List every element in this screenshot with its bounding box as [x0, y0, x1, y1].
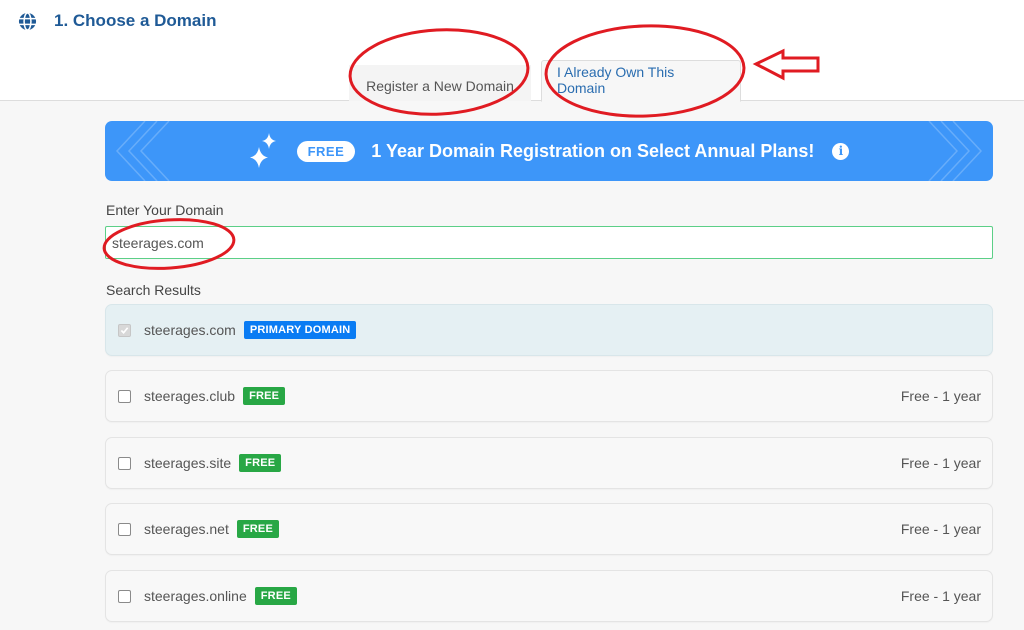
result-checkbox[interactable]	[118, 589, 131, 603]
result-row-primary: steerages.com PRIMARY DOMAIN	[105, 304, 993, 356]
free-badge: FREE	[239, 454, 282, 472]
banner-text: 1 Year Domain Registration on Select Ann…	[371, 140, 815, 161]
result-checkbox[interactable]	[118, 522, 131, 536]
result-domain: steerages.club	[144, 388, 236, 404]
promo-banner: FREE 1 Year Domain Registration on Selec…	[105, 121, 993, 181]
domain-input[interactable]	[105, 226, 993, 259]
domain-tabs: Register a New Domain I Already Own This…	[349, 60, 741, 102]
chevron-decoration-right	[928, 121, 983, 181]
free-badge: FREE	[236, 520, 279, 538]
result-checkbox[interactable]	[118, 456, 131, 470]
chevron-decoration-left	[115, 121, 170, 181]
tab-already-own-domain[interactable]: I Already Own This Domain	[541, 60, 741, 102]
result-domain: steerages.net	[144, 521, 229, 537]
sparkle-icon	[249, 133, 276, 168]
result-price: Free - 1 year	[900, 388, 981, 404]
result-price: Free - 1 year	[900, 455, 981, 471]
result-row: steerages.site FREE Free - 1 year	[105, 437, 993, 489]
free-pill: FREE	[296, 140, 356, 162]
checkmark-icon	[120, 326, 129, 334]
search-results-label: Search Results	[106, 282, 201, 298]
primary-domain-badge: PRIMARY DOMAIN	[243, 321, 357, 339]
result-row: steerages.net FREE Free - 1 year	[105, 503, 993, 555]
result-domain: steerages.com	[144, 322, 236, 338]
domain-input-label: Enter Your Domain	[106, 202, 224, 218]
globe-icon	[18, 11, 37, 31]
free-badge: FREE	[254, 587, 297, 605]
result-row: steerages.online FREE Free - 1 year	[105, 570, 993, 622]
step-title: 1. Choose a Domain	[54, 11, 217, 30]
result-price: Free - 1 year	[900, 521, 981, 537]
tab-register-new-domain[interactable]: Register a New Domain	[349, 65, 531, 101]
result-row: steerages.club FREE Free - 1 year	[105, 370, 993, 422]
step-header: 1. Choose a Domain	[18, 11, 216, 31]
free-badge: FREE	[243, 387, 286, 405]
result-domain: steerages.online	[144, 588, 247, 604]
result-checkbox[interactable]	[118, 389, 131, 403]
top-section: 1. Choose a Domain Register a New Domain…	[0, 0, 1024, 102]
result-domain: steerages.site	[144, 455, 232, 471]
info-icon[interactable]: i	[832, 142, 850, 160]
result-checkbox[interactable]	[118, 323, 131, 337]
result-price: Free - 1 year	[900, 588, 981, 604]
